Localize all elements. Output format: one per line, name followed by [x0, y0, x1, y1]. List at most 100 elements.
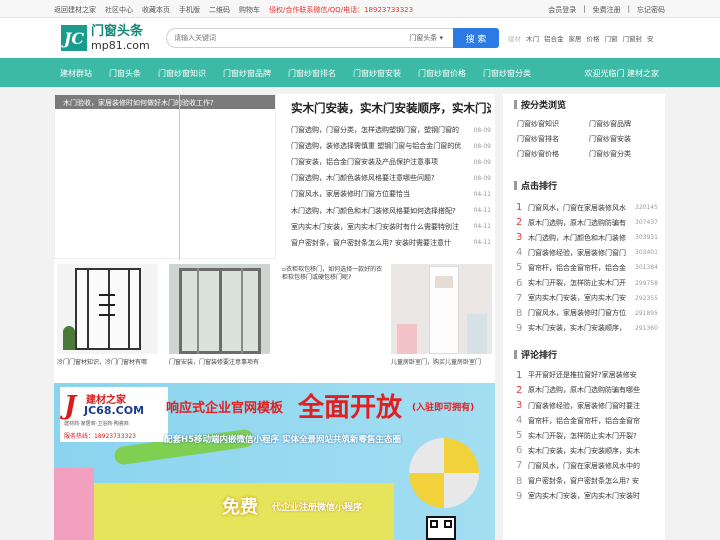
search-box: 门窗头条 ▾ — [166, 28, 453, 48]
news-item[interactable]: 木门选购，木门颜色和木门装修风格要如何选择搭配? 04-11 — [291, 202, 491, 218]
search-button[interactable]: 搜 索 — [453, 28, 499, 48]
nav-item[interactable]: 门窗头条 — [109, 68, 141, 79]
glass-door-image[interactable] — [169, 264, 270, 354]
list-item[interactable]: 8 窗户密封条，窗户密封条怎么用? 安 — [503, 474, 665, 489]
login-link[interactable]: 会员登录 — [548, 5, 576, 15]
list-item[interactable]: 9 室内实木门安装，室内实木门安装时 — [503, 489, 665, 504]
image-slider[interactable]: 木门验收，家居装修时如何做好木门的验收工作? — [54, 94, 276, 260]
list-item[interactable]: 3 门窗装修经验，家居装修门窗时要注 — [503, 398, 665, 413]
news-item[interactable]: 门窗风水，家居装修时门窗方位要恰当 04-11 — [291, 186, 491, 202]
broken-image[interactable]: ▫衣柜软包移门，如何选择一款好的衣柜软包移门或硬包移门呢? — [280, 264, 385, 354]
slider-caption[interactable]: 木门验收，家居装修时如何做好木门的验收工作? — [55, 95, 275, 109]
news-item[interactable]: 门窗选购，木门颜色装修风格要注意哪些问题? 08-09 — [291, 170, 491, 186]
comment-rank-list: 1 平开窗好还是推拉窗好?家居装修安 2 原木门选购，原木门选购防骗有哪些 3 门窗装… — [503, 368, 665, 504]
banner-brand-box: J 建材之家 JC68.COM 建材商·家居商·卫浴商·陶瓷商 服务热线：189… — [60, 387, 168, 442]
news-item[interactable]: 窗户密封条，窗户密封条怎么用? 安装时需要注意什 04-11 — [291, 235, 491, 251]
nav-item[interactable]: 门窗纱窗品牌 — [223, 68, 271, 79]
thumbnail-card[interactable]: 冷门门窗材知识，冷门门窗材有哪 — [57, 264, 158, 366]
thumbnail-row: 冷门门窗材知识，冷门门窗材有哪 门窗安装，门窗装修要注意事项有 ▫衣柜软包移门，… — [57, 264, 493, 366]
kids-room-door-image[interactable] — [391, 264, 492, 354]
banner-headline-left: 响应式企业官网模板 — [166, 401, 284, 416]
search-category-select[interactable]: 门窗头条 ▾ — [409, 33, 453, 43]
list-item[interactable]: 7 门窗风水，门窗在家居装修风水中的 — [503, 458, 665, 473]
list-item[interactable]: 9 实木门安装，实木门安装顺序， 291360 — [503, 321, 665, 336]
category-grid: 门窗纱窗知识 门窗纱窗品牌 门窗纱窗排名 门窗纱窗安装 门窗纱窗价格 门窗纱窗分… — [503, 111, 665, 159]
banner-brand-sub: 建材商·家居商·卫浴商·陶瓷商 — [64, 421, 129, 427]
qrcode-link[interactable]: 二维码 — [209, 5, 230, 15]
list-item[interactable]: 6 实木门开裂，怎样防止实木门开 299758 — [503, 275, 665, 290]
list-item[interactable]: 3 木门选购，木门颜色和木门装修 303931 — [503, 230, 665, 245]
nav-item[interactable]: 门窗纱窗排名 — [288, 68, 336, 79]
news-item[interactable]: 门窗选购，装修选择需慎重 塑钢门窗与铝合金门窗的优 08-09 — [291, 138, 491, 154]
list-item[interactable]: 2 原木门选购，原木门选购防骗有 307437 — [503, 215, 665, 230]
hot-keyword[interactable]: 家居 — [569, 33, 582, 43]
banner-logo-j: J — [64, 391, 77, 421]
register-link[interactable]: 免费注册 — [593, 5, 621, 15]
banner-headline-main: 全面开放 — [298, 393, 403, 423]
hot-keyword[interactable]: 安 — [647, 33, 654, 43]
banner-phone: 服务热线：18923733323 — [64, 433, 136, 440]
divider: | — [627, 5, 630, 13]
list-item[interactable]: 7 室内实木门安装，室内实木门安 292355 — [503, 291, 665, 306]
hot-keywords: 建材 木门 铝合金 家居 价格 门窗 门窗封 安 — [508, 33, 654, 43]
list-item[interactable]: 4 门窗装修经验，家居装修门窗门 303401 — [503, 245, 665, 260]
title-bar-icon — [514, 349, 517, 359]
list-item[interactable]: 5 实木门开裂，怎样防止实木门开裂? — [503, 428, 665, 443]
title-bar-icon — [514, 100, 517, 109]
site-logo[interactable]: JC 门窗头条 mp81.com — [61, 25, 150, 51]
forgot-password-link[interactable]: 忘记密码 — [637, 5, 665, 15]
list-item[interactable]: 1 平开窗好还是推拉窗好?家居装修安 — [503, 368, 665, 383]
list-item[interactable]: 2 原木门选购，原木门选购防骗有哪些 — [503, 383, 665, 398]
hot-keyword[interactable]: 建材 — [508, 33, 521, 43]
list-item[interactable]: 1 门窗风水，门窗在家居装修风水 320145 — [503, 200, 665, 215]
thumbnail-card[interactable]: ▫衣柜软包移门，如何选择一款好的衣柜软包移门或硬包移门呢? — [280, 264, 385, 354]
bookmark-link[interactable]: 收藏本页 — [142, 5, 170, 15]
click-rank-list: 1 门窗风水，门窗在家居装修风水 320145 2 原木门选购，原木门选购防骗有 307… — [503, 200, 665, 336]
community-link[interactable]: 社区中心 — [105, 5, 133, 15]
list-item[interactable]: 8 门窗风水，家居装修时门窗方位 291895 — [503, 306, 665, 321]
list-item[interactable]: 6 实木门安装，实木门安装顺序，实木 — [503, 443, 665, 458]
nav-item[interactable]: 门窗纱窗价格 — [418, 68, 466, 79]
nav-item[interactable]: 门窗纱窗安装 — [353, 68, 401, 79]
promo-banner[interactable]: J 建材之家 JC68.COM 建材商·家居商·卫浴商·陶瓷商 服务热线：189… — [54, 383, 495, 540]
thumbnail-caption[interactable]: 冷门门窗材知识，冷门门窗材有哪 — [57, 357, 158, 366]
category-link[interactable]: 门窗纱窗知识 — [517, 119, 589, 129]
section-title: 按分类浏览 — [503, 94, 665, 111]
top-left-links: 返回建材之家 社区中心 收藏本页 手机版 二维码 购物车 侵权/合作联系微信/Q… — [54, 5, 413, 15]
hot-keyword[interactable]: 铝合金 — [544, 33, 564, 43]
logo-title: 门窗头条 — [91, 24, 144, 39]
news-item[interactable]: 门窗安装，铝合金门窗安装及产品保护注意事项 08-09 — [291, 154, 491, 170]
welcome-text: 欢迎光临门 建材之家 — [584, 69, 659, 78]
category-link[interactable]: 门窗纱窗排名 — [517, 134, 589, 144]
thumbnail-card[interactable]: 儿童房卧室门，购买儿童房卧室门 — [391, 264, 492, 366]
top-right-links: 会员登录 | 免费注册 | 忘记密码 — [548, 5, 665, 15]
list-item[interactable]: 4 窗帘杆，铝合金窗帘杆，铝合金窗帘 — [503, 413, 665, 428]
search-input[interactable] — [174, 34, 410, 42]
category-link[interactable]: 门窗纱窗分类 — [589, 149, 661, 159]
thumbnail-caption[interactable]: 儿童房卧室门，购买儿童房卧室门 — [391, 357, 492, 366]
news-item[interactable]: 门窗选购，门窗分类，怎样选购塑钢门窗，塑钢门窗的 08-09 — [291, 122, 491, 138]
category-link[interactable]: 门窗纱窗价格 — [517, 149, 589, 159]
thumbnail-card[interactable]: 门窗安装，门窗装修要注意事项有 — [169, 264, 270, 366]
section-title: 评论排行 — [503, 344, 665, 361]
news-headline[interactable]: 实木门安装，实木门安装顺序，实木门选 — [291, 100, 491, 116]
title-bar-icon — [514, 181, 517, 190]
category-link[interactable]: 门窗纱窗安装 — [589, 134, 661, 144]
hot-keyword[interactable]: 木门 — [526, 33, 539, 43]
category-link[interactable]: 门窗纱窗品牌 — [589, 119, 661, 129]
news-item[interactable]: 室内实木门安装，室内实木门安装时有什么需要特别注 04-11 — [291, 219, 491, 235]
wardrobe-door-image[interactable] — [57, 264, 158, 354]
search-bar: 门窗头条 ▾ 搜 索 — [166, 28, 499, 48]
sidebar: 按分类浏览 门窗纱窗知识 门窗纱窗品牌 门窗纱窗排名 门窗纱窗安装 门窗纱窗价格… — [503, 94, 665, 540]
hot-keyword[interactable]: 门窗 — [605, 33, 618, 43]
nav-item[interactable]: 建材群站 — [60, 68, 92, 79]
mobile-link[interactable]: 手机版 — [179, 5, 200, 15]
list-item[interactable]: 5 窗帘杆，铝合金窗帘杆，铝合金 301384 — [503, 260, 665, 275]
cart-link[interactable]: 购物车 — [239, 5, 260, 15]
thumbnail-caption[interactable]: 门窗安装，门窗装修要注意事项有 — [169, 357, 270, 366]
hot-keyword[interactable]: 价格 — [587, 33, 600, 43]
hot-keyword[interactable]: 门窗封 — [623, 33, 643, 43]
nav-item[interactable]: 门窗纱窗知识 — [158, 68, 206, 79]
nav-item[interactable]: 门窗纱窗分类 — [483, 68, 531, 79]
back-home-link[interactable]: 返回建材之家 — [54, 5, 96, 15]
